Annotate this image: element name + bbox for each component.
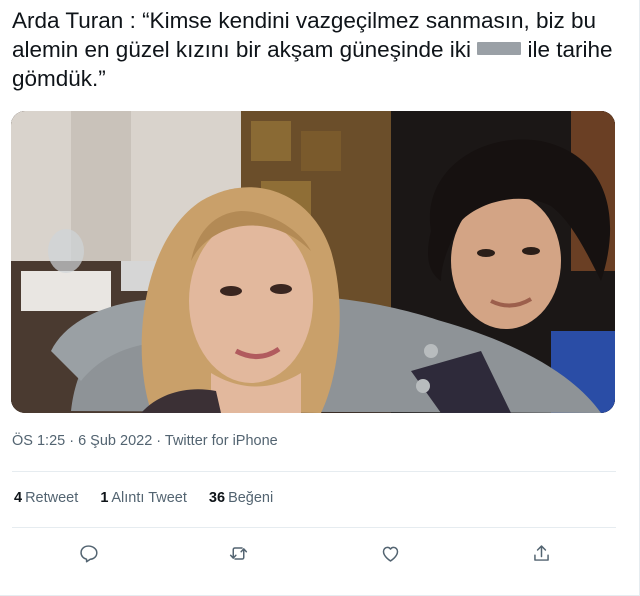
photo-illustration — [11, 111, 615, 413]
redacted-word — [477, 42, 522, 55]
tweet-stats: 4 Retweet 1 Alıntı Tweet 36 Beğeni — [14, 490, 291, 506]
tweet-actions — [12, 536, 616, 570]
share-icon — [533, 544, 549, 561]
tweet-text: Arda Turan : “Kimse kendini vazgeçilmez … — [12, 6, 632, 93]
divider — [12, 527, 616, 528]
retweet-icon — [229, 546, 247, 560]
tweet: Arda Turan : “Kimse kendini vazgeçilmez … — [0, 0, 640, 596]
tweet-date[interactable]: 6 Şub 2022 — [78, 433, 152, 449]
quotes-count: 1 — [100, 490, 109, 506]
retweets-label: Retweet — [25, 490, 79, 506]
tweet-time[interactable]: ÖS 1:25 — [12, 433, 65, 449]
meta-separator: · — [152, 433, 165, 449]
likes-stat[interactable]: 36 Beğeni — [209, 490, 273, 506]
tweet-source[interactable]: Twitter for iPhone — [165, 433, 278, 449]
tweet-meta: ÖS 1:25 · 6 Şub 2022 · Twitter for iPhon… — [12, 433, 278, 449]
reply-button[interactable] — [75, 540, 101, 566]
like-button[interactable] — [377, 540, 403, 566]
quotes-stat[interactable]: 1 Alıntı Tweet — [100, 490, 187, 506]
quotes-label: Alıntı Tweet — [111, 490, 187, 506]
retweets-stat[interactable]: 4 Retweet — [14, 490, 78, 506]
meta-separator: · — [65, 433, 79, 449]
retweet-button[interactable] — [225, 540, 251, 566]
likes-label: Beğeni — [228, 490, 274, 506]
likes-count: 36 — [208, 490, 226, 506]
heart-icon — [382, 546, 398, 562]
divider — [12, 471, 616, 472]
share-button[interactable] — [528, 540, 554, 566]
retweets-count: 4 — [14, 490, 23, 506]
tweet-photo[interactable] — [11, 111, 615, 413]
reply-icon — [79, 544, 98, 562]
